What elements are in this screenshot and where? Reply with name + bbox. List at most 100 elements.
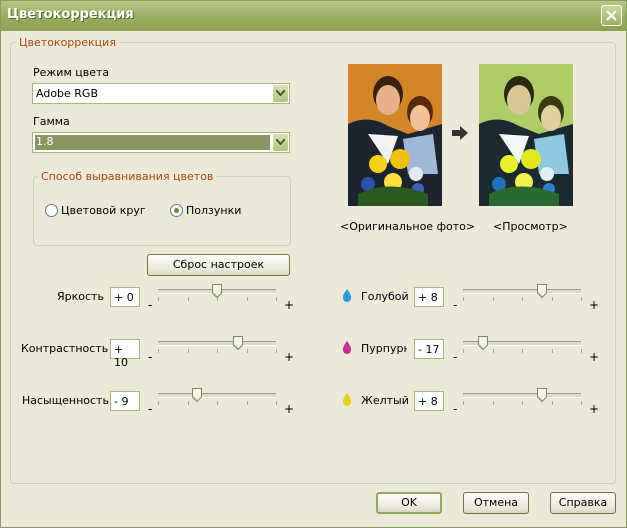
slider-tick <box>581 349 582 353</box>
cyan-input[interactable]: + 8 <box>414 287 444 307</box>
yellow-input[interactable]: + 8 <box>414 391 444 411</box>
slider-tick <box>247 297 248 301</box>
preview-photo-caption: <Просмотр> <box>493 220 568 233</box>
chevron-down-icon <box>276 139 285 145</box>
slider-tick <box>552 297 553 301</box>
radio-color-wheel[interactable] <box>45 204 58 217</box>
title-bar[interactable]: Цветокоррекция <box>1 1 626 31</box>
gamma-label: Гамма <box>33 115 70 128</box>
preview-photo <box>479 64 573 206</box>
slider-minus-label: - <box>148 350 153 364</box>
slider-tick <box>522 401 523 405</box>
slider-track[interactable] <box>158 341 276 346</box>
slider-tick <box>493 349 494 353</box>
alignment-legend: Способ выравнивания цветов <box>38 170 217 183</box>
color-mode-dropdown-button[interactable] <box>273 85 288 102</box>
brightness-label: Яркость <box>57 290 104 303</box>
yellow-value: + 8 <box>418 395 438 408</box>
arrow-right-icon <box>452 126 468 140</box>
cyan-drop-icon <box>342 289 352 302</box>
slider-thumb[interactable] <box>478 336 489 352</box>
slider-track[interactable] <box>463 289 581 294</box>
chevron-down-icon <box>276 90 285 96</box>
slider-minus-label: - <box>453 298 458 312</box>
slider-thumb[interactable] <box>233 336 244 352</box>
slider-thumb[interactable] <box>212 284 222 300</box>
slider-minus-label: - <box>453 350 458 364</box>
slider-tick <box>276 297 277 301</box>
radio-selected-dot <box>174 208 179 213</box>
slider-plus-label: + <box>589 402 600 416</box>
original-photo <box>348 64 442 206</box>
magenta-label: Пурпурный <box>361 342 407 355</box>
slider-tick <box>493 297 494 301</box>
radio-sliders[interactable] <box>170 204 183 217</box>
ok-button[interactable]: OK <box>376 492 442 514</box>
slider-thumb[interactable] <box>537 284 548 300</box>
original-photo-caption: <Оригинальное фото> <box>340 220 476 233</box>
magenta-input[interactable]: - 17 <box>414 339 444 359</box>
group-legend: Цветокоррекция <box>16 36 119 49</box>
slider-tick <box>493 401 494 405</box>
slider-tick <box>522 349 523 353</box>
slider-tick <box>188 349 189 353</box>
reset-settings-button[interactable]: Сброс настроек <box>147 254 290 276</box>
slider-tick <box>247 401 248 405</box>
radio-sliders-label[interactable]: Ползунки <box>186 204 241 217</box>
slider-tick <box>581 297 582 301</box>
cyan-label: Голубой <box>361 290 409 303</box>
slider-tick <box>552 401 553 405</box>
magenta-value: - 17 <box>418 343 440 356</box>
close-button[interactable] <box>601 5 622 26</box>
slider-thumb[interactable] <box>537 388 548 404</box>
saturation-input[interactable]: - 9 <box>110 391 140 411</box>
slider-tick <box>188 401 189 405</box>
yellow-drop-icon <box>342 393 352 406</box>
color-mode-select[interactable]: Adobe RGB <box>32 83 290 104</box>
radio-color-wheel-label[interactable]: Цветовой круг <box>61 204 146 217</box>
slider-tick <box>188 297 189 301</box>
magenta-drop-icon <box>342 341 352 354</box>
slider-tick <box>522 297 523 301</box>
contrast-input[interactable]: + 10 <box>110 339 140 369</box>
color-mode-value: Adobe RGB <box>36 87 99 100</box>
yellow-label: Желтый <box>361 394 409 407</box>
saturation-value: - 9 <box>114 395 129 408</box>
gamma-dropdown-button[interactable] <box>273 134 288 151</box>
slider-tick <box>276 401 277 405</box>
original-photo-image <box>348 64 442 206</box>
slider-tick <box>217 349 218 353</box>
slider-tick <box>158 349 159 353</box>
brightness-value: + 0 <box>114 291 134 304</box>
slider-track[interactable] <box>463 393 581 398</box>
slider-tick <box>552 349 553 353</box>
gamma-value: 1.8 <box>36 135 54 148</box>
slider-tick <box>158 297 159 301</box>
slider-plus-label: + <box>284 402 295 416</box>
slider-minus-label: - <box>148 402 153 416</box>
slider-minus-label: - <box>453 402 458 416</box>
slider-plus-label: + <box>284 298 295 312</box>
slider-plus-label: + <box>589 298 600 312</box>
brightness-input[interactable]: + 0 <box>110 287 140 307</box>
preview-photo-image <box>479 64 573 206</box>
help-button[interactable]: Справка <box>550 492 616 514</box>
slider-tick <box>581 401 582 405</box>
slider-plus-label: + <box>589 350 600 364</box>
slider-minus-label: - <box>148 298 153 312</box>
cancel-button[interactable]: Отмена <box>463 492 529 514</box>
slider-tick <box>463 401 464 405</box>
saturation-label: Насыщенность <box>22 394 109 407</box>
slider-tick <box>247 349 248 353</box>
close-icon <box>606 10 617 21</box>
slider-track[interactable] <box>158 393 276 398</box>
slider-tick <box>276 349 277 353</box>
slider-tick <box>217 401 218 405</box>
gamma-select[interactable]: 1.8 <box>32 132 290 153</box>
slider-tick <box>463 297 464 301</box>
slider-thumb[interactable] <box>191 388 202 404</box>
color-mode-label: Режим цвета <box>33 66 110 79</box>
slider-tick <box>158 401 159 405</box>
slider-tick <box>463 349 464 353</box>
window-title: Цветокоррекция <box>7 7 134 22</box>
